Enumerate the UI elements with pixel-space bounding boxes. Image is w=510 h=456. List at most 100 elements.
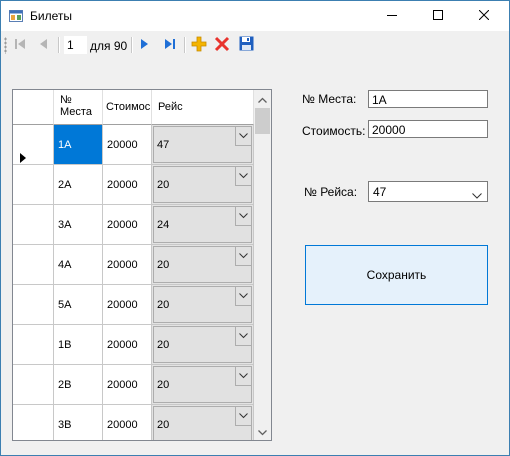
add-icon	[191, 36, 207, 55]
chevron-down-icon	[472, 188, 482, 202]
maximize-button[interactable]	[415, 1, 461, 31]
grid-corner-header[interactable]	[13, 90, 54, 125]
seat-cell[interactable]: 1A	[54, 125, 103, 165]
seat-cell[interactable]: 2B	[54, 365, 103, 405]
scroll-down-button[interactable]	[254, 423, 271, 440]
table-row[interactable]: 3B 20000 20	[13, 405, 254, 440]
move-first-button[interactable]	[10, 36, 30, 54]
seat-cell[interactable]: 3B	[54, 405, 103, 440]
flight-cell[interactable]: 20	[152, 405, 254, 440]
table-row[interactable]: 5A 20000 20	[13, 285, 254, 325]
toolbar-separator	[131, 37, 133, 53]
flight-select[interactable]: 47	[368, 181, 488, 202]
flight-combo[interactable]: 20	[153, 246, 252, 283]
chevron-down-icon	[258, 425, 267, 439]
vertical-scrollbar[interactable]	[254, 90, 271, 440]
chevron-down-icon[interactable]	[235, 127, 251, 146]
title-bar[interactable]: Билеты	[1, 1, 509, 31]
minimize-button[interactable]	[369, 1, 415, 31]
scroll-up-button[interactable]	[254, 90, 271, 107]
seat-cell[interactable]: 4A	[54, 245, 103, 285]
column-header-cost[interactable]: Стоимос	[103, 90, 152, 125]
column-header-flight[interactable]: Рейс	[152, 90, 254, 125]
row-header[interactable]	[13, 365, 54, 405]
cost-cell[interactable]: 20000	[103, 125, 152, 165]
save-button[interactable]: Сохранить	[305, 245, 488, 305]
chevron-down-icon[interactable]	[235, 287, 251, 306]
delete-button[interactable]	[212, 36, 232, 54]
flight-select-value: 47	[373, 185, 387, 199]
add-new-button[interactable]	[189, 36, 209, 54]
table-row[interactable]: 2A 20000 20	[13, 165, 254, 205]
flight-cell[interactable]: 24	[152, 205, 254, 245]
row-header[interactable]	[13, 245, 54, 285]
column-header-seat[interactable]: № Места	[54, 90, 103, 125]
seat-cell[interactable]: 3A	[54, 205, 103, 245]
table-row[interactable]: 1B 20000 20	[13, 325, 254, 365]
row-header[interactable]	[13, 325, 54, 365]
move-last-button[interactable]	[160, 36, 180, 54]
cost-field[interactable]: 20000	[368, 120, 488, 138]
chevron-down-icon[interactable]	[235, 247, 251, 266]
row-header[interactable]	[13, 285, 54, 325]
flight-combo[interactable]: 24	[153, 206, 252, 243]
tickets-grid[interactable]: № Места Стоимос Рейс 1A 20000 47 2A 2000…	[12, 89, 272, 441]
scroll-thumb[interactable]	[255, 108, 270, 134]
flight-combo[interactable]: 20	[153, 406, 252, 440]
flight-combo[interactable]: 20	[153, 366, 252, 403]
table-row[interactable]: 1A 20000 47	[13, 125, 254, 165]
flight-value: 24	[157, 219, 170, 231]
row-header[interactable]	[13, 405, 54, 440]
flight-cell[interactable]: 20	[152, 285, 254, 325]
row-header[interactable]	[13, 125, 54, 165]
flight-cell[interactable]: 20	[152, 245, 254, 285]
cost-cell[interactable]: 20000	[103, 285, 152, 325]
cost-cell[interactable]: 20000	[103, 165, 152, 205]
flight-combo[interactable]: 20	[153, 286, 252, 323]
chevron-down-icon[interactable]	[235, 327, 251, 346]
flight-cell[interactable]: 20	[152, 365, 254, 405]
chevron-down-icon[interactable]	[235, 207, 251, 226]
flight-combo[interactable]: 20	[153, 326, 252, 363]
table-row[interactable]: 3A 20000 24	[13, 205, 254, 245]
flight-value: 20	[157, 299, 170, 311]
move-last-icon	[164, 38, 176, 53]
flight-combo[interactable]: 20	[153, 166, 252, 203]
flight-value: 47	[157, 139, 170, 151]
cost-cell[interactable]: 20000	[103, 325, 152, 365]
seat-cell[interactable]: 1B	[54, 325, 103, 365]
seat-cell[interactable]: 5A	[54, 285, 103, 325]
table-row[interactable]: 2B 20000 20	[13, 365, 254, 405]
flight-cell[interactable]: 20	[152, 165, 254, 205]
save-button-label: Сохранить	[366, 268, 427, 282]
count-label: для 90	[90, 39, 128, 53]
flight-cell[interactable]: 47	[152, 125, 254, 165]
chevron-down-icon[interactable]	[235, 167, 251, 186]
flight-cell[interactable]: 20	[152, 325, 254, 365]
position-input[interactable]: 1	[64, 36, 87, 54]
toolbar-separator	[58, 37, 60, 53]
cost-cell[interactable]: 20000	[103, 205, 152, 245]
seat-label: № Места:	[302, 92, 357, 106]
seat-field[interactable]: 1A	[368, 90, 488, 108]
cost-cell[interactable]: 20000	[103, 365, 152, 405]
save-toolbar-button[interactable]	[236, 36, 256, 54]
move-previous-button[interactable]	[34, 36, 54, 54]
cost-cell[interactable]: 20000	[103, 245, 152, 285]
flight-combo[interactable]: 47	[153, 126, 252, 163]
seat-cell[interactable]: 2A	[54, 165, 103, 205]
move-next-button[interactable]	[134, 36, 154, 54]
cost-cell[interactable]: 20000	[103, 405, 152, 440]
row-header[interactable]	[13, 165, 54, 205]
chevron-down-icon[interactable]	[235, 407, 251, 426]
chevron-down-icon[interactable]	[235, 367, 251, 386]
flight-value: 20	[157, 179, 170, 191]
app-icon	[9, 10, 23, 22]
close-icon	[478, 9, 490, 23]
toolbar-grip[interactable]	[4, 37, 7, 54]
flight-value: 20	[157, 379, 170, 391]
table-row[interactable]: 4A 20000 20	[13, 245, 254, 285]
row-header[interactable]	[13, 205, 54, 245]
close-button[interactable]	[461, 1, 507, 31]
binding-navigator: 1 для 90	[1, 32, 509, 59]
